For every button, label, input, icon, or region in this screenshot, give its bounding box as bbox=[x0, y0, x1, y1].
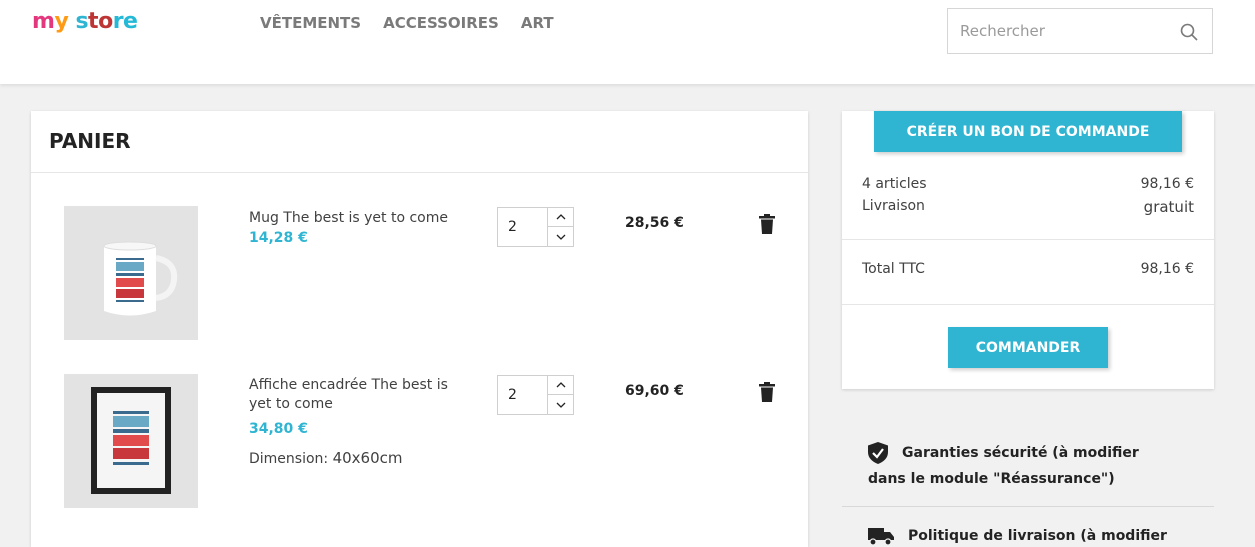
total-label: Total TTC bbox=[862, 261, 925, 277]
checkout-button[interactable]: COMMANDER bbox=[948, 327, 1108, 368]
shipping-value: gratuit bbox=[1143, 198, 1194, 216]
nav-item-accessoires[interactable]: ACCESSOIRES bbox=[383, 14, 499, 32]
nav-item-art[interactable]: ART bbox=[521, 14, 554, 32]
chevron-up-icon bbox=[556, 214, 565, 220]
quantity-input[interactable] bbox=[498, 376, 546, 414]
quantity-stepper bbox=[497, 375, 574, 415]
store-logo[interactable]: my store bbox=[32, 8, 138, 36]
chevron-down-icon bbox=[556, 234, 565, 240]
chevron-down-icon bbox=[556, 402, 565, 408]
create-quote-button[interactable]: CRÉER UN BON DE COMMANDE bbox=[874, 111, 1182, 152]
reassurance-item: Politique de livraison (à modifier bbox=[868, 523, 1167, 547]
truck-icon bbox=[868, 528, 894, 546]
line-item-name[interactable]: Mug The best is yet to come bbox=[249, 209, 464, 228]
total-value: 98,16 € bbox=[1140, 261, 1194, 277]
divider bbox=[842, 304, 1214, 305]
quantity-input[interactable] bbox=[498, 208, 546, 246]
articles-label: 4 articles bbox=[862, 176, 927, 192]
search-input[interactable] bbox=[948, 9, 1168, 53]
framed-poster-image[interactable] bbox=[64, 374, 198, 508]
summary-articles-row: 4 articles 98,16 € bbox=[862, 176, 1194, 192]
divider bbox=[842, 506, 1214, 507]
reassurance-text-line1: Garanties sécurité (à modifier bbox=[902, 445, 1139, 461]
divider bbox=[842, 239, 1214, 240]
chevron-up-icon bbox=[556, 382, 565, 388]
attribute-value: 40x60cm bbox=[332, 449, 403, 467]
quantity-down-button[interactable] bbox=[547, 395, 573, 414]
reassurance-text-line1: Politique de livraison (à modifier bbox=[908, 528, 1167, 544]
line-item-unit-price: 34,80 € bbox=[249, 421, 308, 437]
summary-total-row: Total TTC 98,16 € bbox=[862, 261, 1194, 277]
cart-panel: PANIER Mug The best is yet to come 14,28… bbox=[31, 111, 808, 547]
line-item-total: 28,56 € bbox=[625, 215, 684, 231]
mug-image[interactable] bbox=[64, 206, 198, 340]
search-icon[interactable] bbox=[1180, 23, 1198, 41]
main-nav: VÊTEMENTS ACCESSOIRES ART bbox=[260, 14, 554, 32]
reassurance-item: Garanties sécurité (à modifier dans le m… bbox=[868, 440, 1139, 492]
articles-value: 98,16 € bbox=[1140, 176, 1194, 192]
quantity-up-button[interactable] bbox=[547, 208, 573, 227]
trash-icon[interactable] bbox=[759, 382, 775, 402]
trash-icon[interactable] bbox=[759, 214, 775, 234]
quantity-stepper bbox=[497, 207, 574, 247]
shipping-label: Livraison bbox=[862, 198, 925, 214]
site-header: my store VÊTEMENTS ACCESSOIRES ART bbox=[0, 0, 1255, 84]
cart-summary: CRÉER UN BON DE COMMANDE 4 articles 98,1… bbox=[842, 111, 1214, 389]
reassurance-text-line2: dans le module "Réassurance") bbox=[868, 471, 1115, 487]
nav-item-vetements[interactable]: VÊTEMENTS bbox=[260, 14, 361, 32]
attribute-label: Dimension: bbox=[249, 451, 329, 467]
line-item-attribute: Dimension: 40x60cm bbox=[249, 449, 403, 467]
line-item-unit-price: 14,28 € bbox=[249, 230, 308, 246]
divider bbox=[31, 172, 808, 173]
line-item-name[interactable]: Affiche encadrée The best is yet to come bbox=[249, 376, 464, 414]
quantity-up-button[interactable] bbox=[547, 376, 573, 395]
quantity-down-button[interactable] bbox=[547, 227, 573, 246]
search-box bbox=[947, 8, 1213, 54]
line-item-total: 69,60 € bbox=[625, 383, 684, 399]
shield-check-icon bbox=[868, 442, 888, 464]
summary-shipping-row: Livraison gratuit bbox=[862, 198, 1194, 216]
cart-title: PANIER bbox=[49, 129, 131, 153]
